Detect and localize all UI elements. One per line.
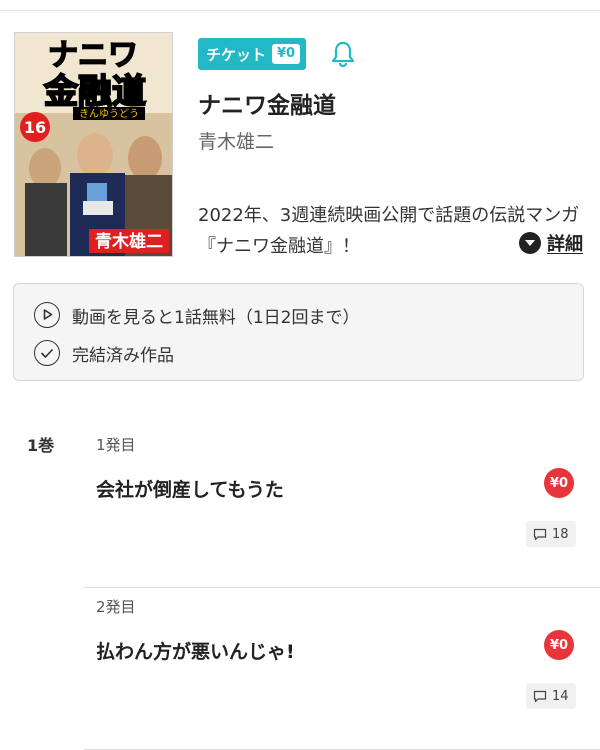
comment-count-value: 14 xyxy=(552,688,569,704)
book-cover[interactable]: ナニワ 金融道 きんゆうどう 16 青木雄二 xyxy=(14,32,173,257)
cover-furigana: きんゆうどう xyxy=(79,108,139,120)
play-icon xyxy=(34,302,60,328)
cover-title-top: ナニワ xyxy=(48,38,138,73)
comment-count-value: 18 xyxy=(552,526,569,542)
feature-label: 完結済み作品 xyxy=(72,345,174,366)
detail-label: 詳細 xyxy=(547,234,583,255)
comment-count[interactable]: 14 xyxy=(526,683,576,709)
comment-icon xyxy=(533,528,547,540)
episode-number: 1発目 xyxy=(96,436,136,454)
cover-title-bottom: 金融道 xyxy=(43,72,146,112)
episode-title: 払わん方が悪いんじゃ! xyxy=(96,641,295,663)
price-badge: ¥0 xyxy=(544,468,574,498)
episode-row[interactable]: 1発目 会社が倒産してもうた ¥0 18 xyxy=(84,426,600,588)
ticket-label: チケット xyxy=(206,45,267,64)
cover-author: 青木雄二 xyxy=(95,231,163,252)
episode-title: 会社が倒産してもうた xyxy=(96,479,284,501)
episode-number: 2発目 xyxy=(96,598,136,616)
feature-completed: 完結済み作品 xyxy=(34,340,174,366)
book-author[interactable]: 青木雄二 xyxy=(198,127,274,154)
detail-toggle[interactable]: 詳細 xyxy=(519,230,583,256)
bell-icon[interactable] xyxy=(330,40,356,68)
price-badge: ¥0 xyxy=(544,630,574,660)
top-divider xyxy=(0,0,600,11)
comment-icon xyxy=(533,690,547,702)
cover-volume-number: 16 xyxy=(24,118,46,137)
check-circle-icon xyxy=(34,340,60,366)
comment-count[interactable]: 18 xyxy=(526,521,576,547)
feature-info-box: 動画を見ると1話無料（1日2回まで） 完結済み作品 xyxy=(13,283,584,381)
book-title: ナニワ金融道 xyxy=(198,93,336,119)
volume-label: 1巻 xyxy=(27,436,55,455)
episode-row[interactable]: 2発目 払わん方が悪いんじゃ! ¥0 14 xyxy=(84,588,600,750)
chevron-down-icon xyxy=(519,232,541,254)
ticket-badge: チケット ¥0 xyxy=(198,38,307,70)
feature-free-by-video: 動画を見ると1話無料（1日2回まで） xyxy=(34,302,359,328)
feature-label: 動画を見ると1話無料（1日2回まで） xyxy=(72,307,360,328)
ticket-price: ¥0 xyxy=(272,44,301,64)
